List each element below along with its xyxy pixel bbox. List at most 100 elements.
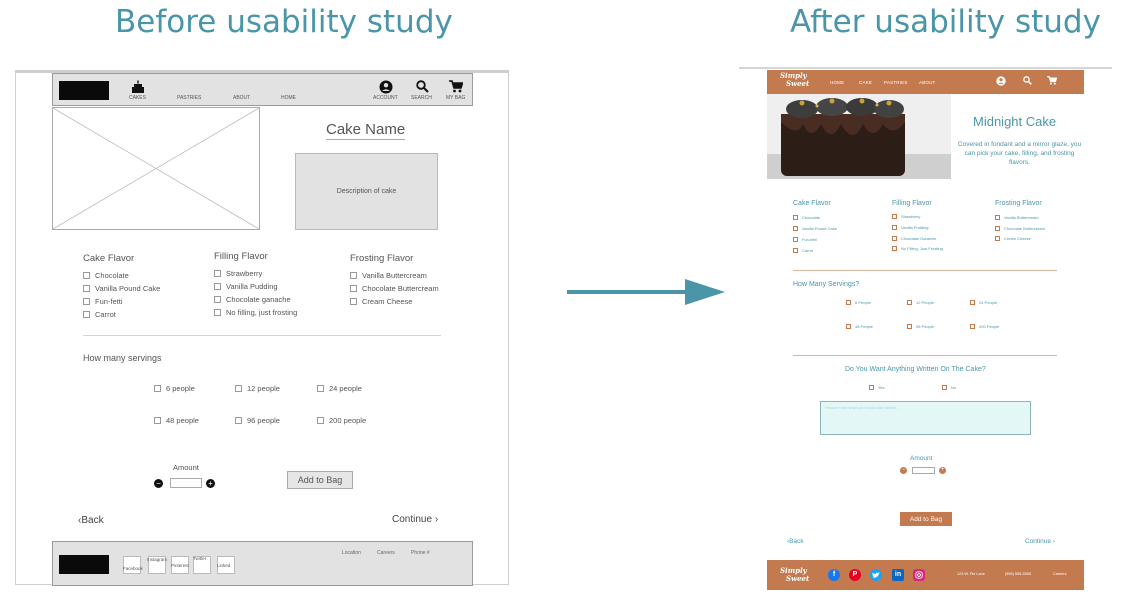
checkbox[interactable] [846,324,851,329]
nav-pastries[interactable]: PASTRIES [884,80,908,85]
servings-option[interactable]: 200 People [970,324,999,329]
nav-search[interactable]: SEARCH [411,95,432,101]
filling-flavor-option[interactable]: Chocolate Ganache [892,236,936,241]
cake-icon[interactable] [131,80,145,96]
checkbox[interactable] [214,296,221,303]
frosting-flavor-option[interactable]: Vanilla Buttercream [995,215,1039,220]
servings-option[interactable]: 24 People [970,300,997,305]
nav-account[interactable]: ACCOUNT [373,95,398,101]
filling-flavor-option[interactable]: Vanilla Pudding [214,282,278,291]
checkbox[interactable] [350,285,357,292]
checkbox[interactable] [83,285,90,292]
checkbox[interactable] [970,324,975,329]
social-box-facebook[interactable] [123,556,141,574]
written-option-no[interactable]: No [942,385,956,390]
filling-flavor-option[interactable]: Chocolate ganache [214,295,291,304]
footer-logo-placeholder[interactable] [59,555,109,574]
checkbox[interactable] [214,270,221,277]
plus-icon[interactable]: + [939,467,946,474]
minus-icon[interactable]: − [900,467,907,474]
checkbox[interactable] [793,237,798,242]
cake-flavor-option[interactable]: Vanilla Pound Cake [83,284,160,293]
minus-icon[interactable]: − [154,479,163,488]
frosting-flavor-option[interactable]: Vanilla Buttercream [350,271,427,280]
add-to-bag-button[interactable]: Add to Bag [287,471,353,489]
servings-option[interactable]: 12 people [235,384,280,393]
frosting-flavor-option[interactable]: Cream Cheese [350,297,412,306]
checkbox[interactable] [892,246,897,251]
checkbox[interactable] [317,385,324,392]
nav-about[interactable]: ABOUT [919,80,936,85]
nav-home[interactable]: HOME [830,80,844,85]
filling-flavor-option[interactable]: Strawberry [214,269,262,278]
footer-careers[interactable]: Careers [377,550,395,556]
footer-logo[interactable]: Simply Sweet [780,567,809,583]
filling-flavor-option[interactable]: Vanilla Pudding [892,225,929,230]
filling-flavor-option[interactable]: No filling, just frosting [214,308,297,317]
search-icon[interactable] [416,80,429,95]
checkbox[interactable] [793,226,798,231]
pinterest-icon[interactable]: P [849,569,861,581]
footer-location[interactable]: Location [342,550,361,556]
simply-sweet-logo[interactable]: Simply Sweet [780,72,809,88]
servings-option[interactable]: 48 People [846,324,873,329]
continue-link[interactable]: Continue › [392,514,438,525]
filling-flavor-option[interactable]: No Filling, Just Frosting [892,246,943,251]
checkbox[interactable] [907,324,912,329]
checkbox[interactable] [995,226,1000,231]
cake-flavor-option[interactable]: Fun-fetti [793,237,817,242]
instagram-icon[interactable] [913,569,925,581]
checkbox[interactable] [214,283,221,290]
frosting-flavor-option[interactable]: Chocolate Buttercream [995,226,1045,231]
frosting-flavor-option[interactable]: Chocolate Buttercream [350,284,439,293]
nav-about[interactable]: ABOUT [233,95,250,101]
cart-icon[interactable] [449,80,464,95]
checkbox[interactable] [942,385,947,390]
checkbox[interactable] [892,214,897,219]
servings-option[interactable]: 24 people [317,384,362,393]
footer-phone[interactable]: Phone # [411,550,430,556]
checkbox[interactable] [350,298,357,305]
twitter-icon[interactable] [870,569,882,581]
checkbox[interactable] [350,272,357,279]
servings-option[interactable]: 12 People [907,300,934,305]
servings-option[interactable]: 6 people [154,384,195,393]
filling-flavor-option[interactable]: Strawberry [892,214,920,219]
checkbox[interactable] [995,215,1000,220]
back-link[interactable]: ‹Back [787,538,804,545]
servings-option[interactable]: 6 People [846,300,871,305]
checkbox[interactable] [317,417,324,424]
message-textarea[interactable]: Please enter what you would like written… [820,401,1031,435]
footer-address[interactable]: 123 W. Pie Lane [957,572,985,576]
checkbox[interactable] [869,385,874,390]
written-option-yes[interactable]: Yes [869,385,885,390]
checkbox[interactable] [892,236,897,241]
servings-option[interactable]: 200 people [317,416,366,425]
checkbox[interactable] [793,248,798,253]
search-icon[interactable] [1023,76,1032,88]
checkbox[interactable] [83,272,90,279]
checkbox[interactable] [83,298,90,305]
amount-input[interactable] [912,467,935,474]
checkbox[interactable] [907,300,912,305]
nav-my-bag[interactable]: MY BAG [446,95,465,101]
account-icon[interactable] [996,76,1006,89]
checkbox[interactable] [846,300,851,305]
checkbox[interactable] [83,311,90,318]
plus-icon[interactable]: + [206,479,215,488]
cake-flavor-option[interactable]: Chocolate [793,215,820,220]
cake-flavor-option[interactable]: Vanilla Pound Cake [793,226,837,231]
checkbox[interactable] [995,236,1000,241]
linkedin-icon[interactable]: in [892,569,904,581]
continue-link[interactable]: Continue › [1025,538,1055,545]
cake-flavor-option[interactable]: Chocolate [83,271,129,280]
frosting-flavor-option[interactable]: Cream Cheese [995,236,1031,241]
nav-pastries[interactable]: PASTRIES [177,95,201,101]
cake-flavor-option[interactable]: Carrot [83,310,116,319]
servings-option[interactable]: 96 People [907,324,934,329]
cart-icon[interactable] [1047,76,1058,88]
facebook-icon[interactable]: f [828,569,840,581]
checkbox[interactable] [214,309,221,316]
checkbox[interactable] [235,385,242,392]
nav-cake[interactable]: CAKE [859,80,872,85]
